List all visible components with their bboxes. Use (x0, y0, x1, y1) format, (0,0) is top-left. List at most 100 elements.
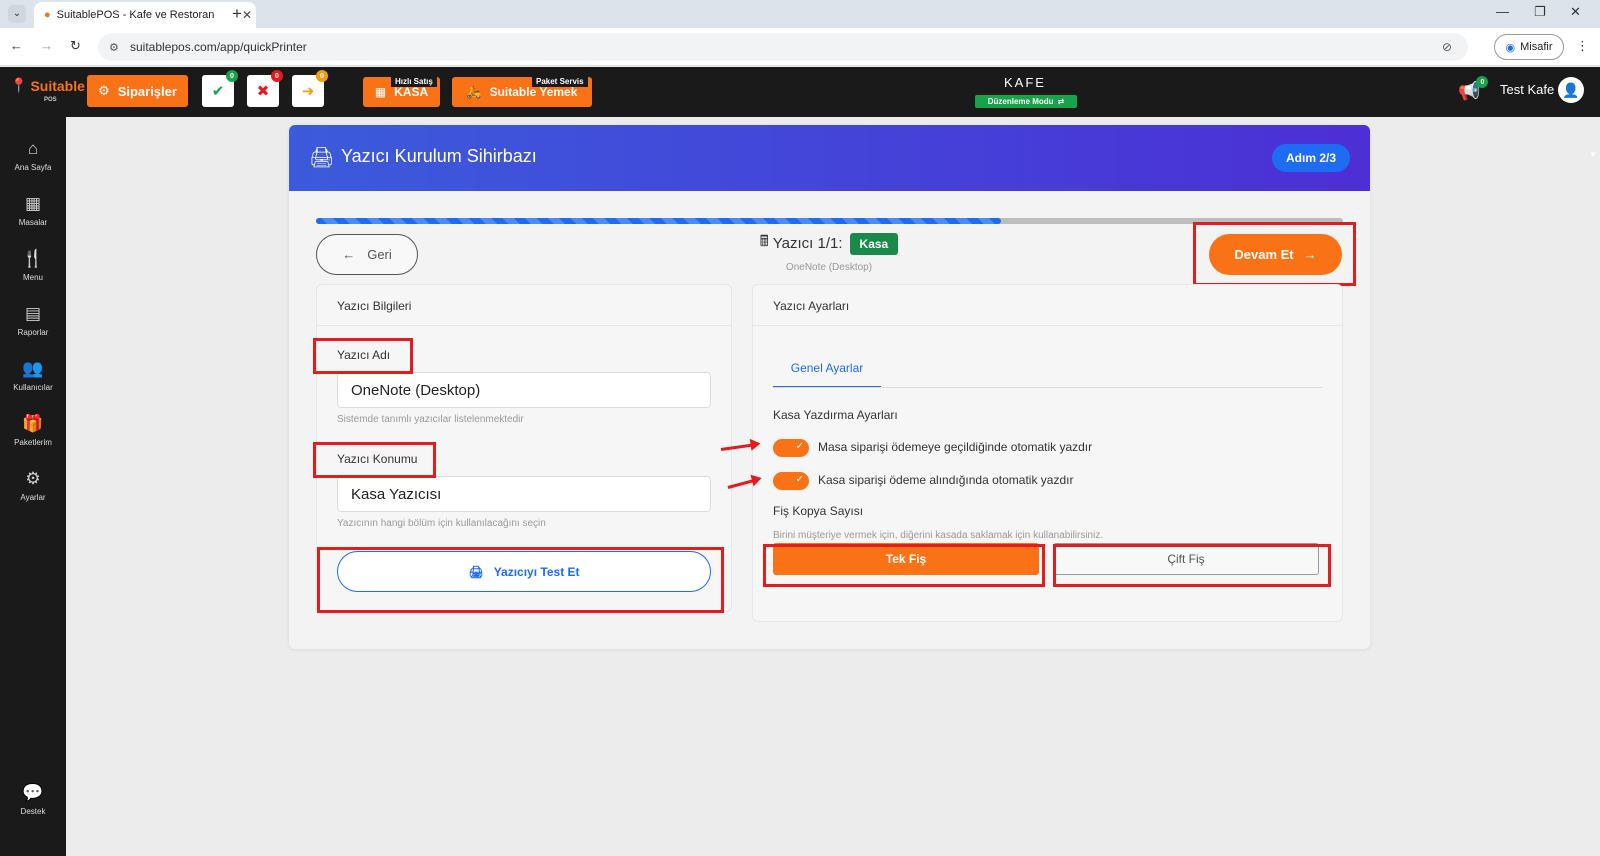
orders-label: Siparişler (117, 83, 177, 99)
url-text: suitablepos.com/app/quickPrinter (130, 40, 307, 54)
orders-button[interactable]: ⚙ Siparişler (87, 75, 188, 107)
rejected-count-badge: 0 (271, 70, 283, 82)
profile-label: Misafir (1520, 41, 1553, 53)
printer-name-field[interactable]: OneNote (Desktop) (337, 372, 711, 408)
printer-subtitle: OneNote (Desktop) (785, 262, 873, 273)
site-info-icon[interactable]: ⚙ (109, 41, 119, 54)
highlight-location-label (313, 442, 436, 478)
check-icon: ✓ (795, 441, 804, 452)
pin-icon: 📍 (10, 77, 28, 93)
browser-tab[interactable]: ● SuitablePOS - Kafe ve Restoran ✕ (34, 2, 256, 28)
edit-mode-label: Düzenleme Modu (987, 97, 1054, 106)
printer-name-help: Sistemde tanımlı yazıcılar listelenmekte… (337, 414, 524, 425)
printer-icon: 🖨 (309, 147, 335, 169)
delivery-button[interactable]: 🛵 Suitable Yemek Paket Servis (452, 76, 592, 107)
user-menu-caret-icon[interactable]: ▼ (1589, 150, 1597, 159)
browser-menu-icon[interactable]: ⋮ (1576, 38, 1589, 54)
sidebar-item-settings[interactable]: ⚙ Ayarlar (0, 469, 66, 502)
approved-count-badge: 0 (226, 70, 238, 82)
highlight-continue (1193, 222, 1356, 286)
gears-icon: ⚙ (98, 83, 110, 98)
approved-orders-button[interactable]: ✔ 0 (202, 70, 238, 107)
sidebar-item-users[interactable]: 👥 Kullanıcılar (0, 359, 66, 392)
users-icon: 👥 (22, 359, 44, 378)
avatar[interactable]: 👤 (1558, 77, 1584, 103)
sidebar-item-tables[interactable]: ▦ Masalar (0, 194, 66, 227)
sidebar: ⌂ Ana Sayfa ▦ Masalar 🍴 Menu ▤ Raporlar 👥 Kul… (0, 117, 66, 856)
sidebar-item-label: Kullanıcılar (13, 383, 53, 392)
close-window-icon[interactable]: ✕ (1570, 4, 1581, 20)
arrow-right-icon: ➜ (301, 83, 315, 100)
auto-print-kasa-label: Kasa siparişi ödeme alındığında otomatik… (818, 473, 1074, 487)
user-name[interactable]: Test Kafe (1500, 82, 1554, 97)
forward-nav-icon[interactable]: → (40, 38, 53, 53)
highlight-test-button (317, 547, 724, 613)
browser-tab-strip: ⌄ ● SuitablePOS - Kafe ve Restoran ✕ + —… (0, 0, 1600, 28)
minimize-icon[interactable]: — (1496, 4, 1509, 19)
cash-register-icon: ▦ (374, 85, 387, 99)
sidebar-item-home[interactable]: ⌂ Ana Sayfa (0, 139, 66, 172)
back-label: Geri (367, 247, 392, 262)
progress-bar (316, 218, 1343, 224)
sidebar-item-support[interactable]: 💬 Destek (0, 783, 66, 816)
sidebar-item-packages[interactable]: 🎁 Paketlerim (0, 414, 66, 447)
announcements-icon[interactable]: 📢 0 (1458, 76, 1489, 102)
rejected-orders-button[interactable]: ✖ 0 (247, 70, 283, 107)
printer-location-help: Yazıcının hangi bölüm için kullanılacağı… (337, 518, 546, 529)
reload-icon[interactable]: ↻ (70, 38, 81, 54)
back-nav-icon[interactable]: ← (10, 38, 23, 53)
back-button[interactable]: ← Geri (316, 234, 418, 275)
cash-register-icon: 🖩 (759, 233, 769, 250)
utensils-icon: 🍴 (22, 249, 44, 268)
motorcycle-icon: 🛵 (466, 85, 482, 99)
auto-print-kasa-toggle[interactable]: ✓ (773, 472, 809, 490)
edit-mode-badge[interactable]: Düzenleme Modu ⇄ (975, 95, 1077, 108)
sidebar-item-menu[interactable]: 🍴 Menu (0, 249, 66, 282)
home-icon: ⌂ (27, 139, 39, 158)
printer-location-field[interactable]: Kasa Yazıcısı (337, 476, 711, 512)
auto-print-table-toggle[interactable]: ✓ (773, 439, 809, 457)
swap-icon: ⇄ (1057, 97, 1065, 106)
printer-counter: Yazıcı 1/1: (772, 235, 843, 252)
sidebar-item-label: Destek (20, 807, 46, 816)
tab-search-icon[interactable]: ⌄ (8, 5, 26, 23)
copies-help: Birini müşteriye vermek için, diğerini k… (773, 530, 1104, 541)
sidebar-item-label: Paketlerim (14, 438, 52, 447)
printer-info: 🖩 Yazıcı 1/1: Kasa OneNote (Desktop) (739, 231, 919, 273)
brand-logo[interactable]: 📍 Suitable POS (10, 77, 85, 103)
check-icon: ✔ (211, 83, 225, 100)
gears-icon: ⚙ (25, 469, 41, 488)
highlight-double-receipt (1053, 544, 1331, 587)
arrow-left-icon: ← (342, 247, 356, 262)
venue-name: KAFE (1004, 75, 1046, 90)
forwarded-orders-button[interactable]: ➜ 0 (292, 70, 328, 107)
progress-fill (316, 218, 1001, 224)
chat-icon: 💬 (22, 783, 44, 802)
report-icon: ▤ (24, 304, 42, 323)
brand-logo-text: Suitable (30, 77, 85, 94)
maximize-icon[interactable]: ❐ (1534, 4, 1546, 20)
sidebar-item-label: Ayarlar (20, 493, 46, 502)
sidebar-item-label: Ana Sayfa (14, 163, 52, 172)
tab-general-settings[interactable]: Genel Ayarlar (773, 348, 881, 388)
app-header: 📍 Suitable POS ⚙ Siparişler ✔ 0 ✖ 0 ➜ 0 … (0, 67, 1600, 159)
copies-title: Fiş Kopya Sayısı (773, 504, 864, 518)
x-icon: ✖ (256, 83, 270, 100)
address-bar-row: ← → ↻ ⚙ suitablepos.com/app/quickPrinter… (0, 28, 1600, 66)
forwarded-count-badge: 0 (316, 70, 328, 82)
url-input[interactable]: ⚙ suitablepos.com/app/quickPrinter ⊘ (98, 33, 1468, 61)
quick-sale-tag: Hızlı Satış (391, 76, 437, 87)
tab-divider (773, 387, 1323, 388)
new-tab-icon[interactable]: + (232, 4, 242, 24)
tables-icon: ▦ (24, 194, 42, 213)
panel-title: Yazıcı Bilgileri (317, 285, 731, 326)
tracking-off-icon[interactable]: ⊘ (1442, 40, 1452, 54)
section-title: Kasa Yazdırma Ayarları (773, 408, 898, 422)
profile-button[interactable]: ◉ Misafir (1494, 34, 1564, 60)
brand-logo-sub: POS (44, 97, 57, 103)
wizard-header: 🖨 Yazıcı Kurulum Sihirbazı Adım 2/3 (289, 125, 1370, 191)
highlight-single-receipt (763, 544, 1045, 587)
sidebar-item-reports[interactable]: ▤ Raporlar (0, 304, 66, 337)
profile-icon: ◉ (1505, 41, 1516, 54)
kasa-button[interactable]: ▦ KASA Hızlı Satış (363, 76, 440, 107)
